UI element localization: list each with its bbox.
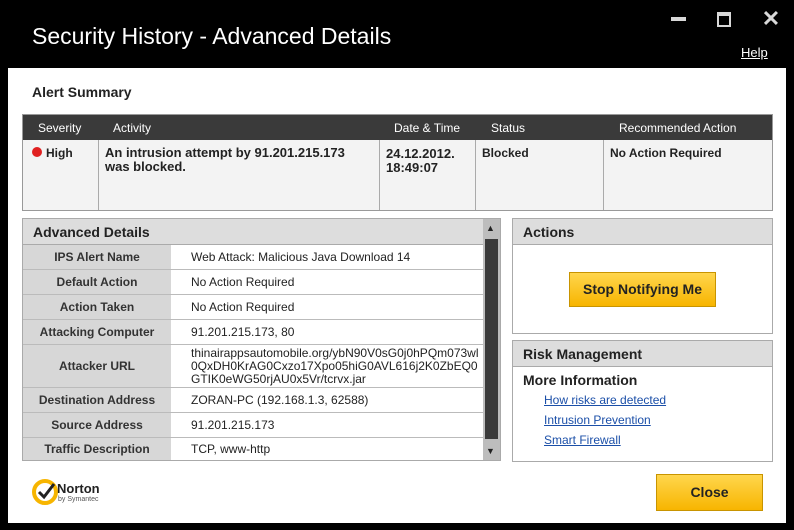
time-text: 18:49:07 bbox=[386, 160, 439, 175]
link-intrusion-prevention[interactable]: Intrusion Prevention bbox=[544, 413, 651, 427]
column-severity: Severity bbox=[38, 121, 82, 135]
security-history-window: Security History - Advanced Details ✕ He… bbox=[0, 0, 794, 530]
advanced-details-panel: Advanced Details IPS Alert Name Web Atta… bbox=[22, 218, 501, 461]
value-traffic-description: TCP, www-http bbox=[191, 442, 271, 456]
recommended-cell: No Action Required bbox=[604, 140, 772, 210]
label-attacker-url: Attacker URL bbox=[23, 345, 171, 387]
status-text: Blocked bbox=[482, 146, 529, 160]
content-area: Alert Summary Severity Activity Date & T… bbox=[8, 68, 786, 523]
alert-summary-table: Severity Activity Date & Time Status Rec… bbox=[22, 114, 773, 211]
value-ips-alert-name: Web Attack: Malicious Java Download 14 bbox=[191, 250, 411, 264]
advanced-details-title: Advanced Details bbox=[33, 224, 150, 240]
value-attacker-url: thinairappsautomobile.org/ybN90V0sG0j0hP… bbox=[172, 347, 501, 387]
label-attacking-computer: Attacking Computer bbox=[23, 320, 171, 344]
close-button[interactable]: Close bbox=[656, 474, 763, 511]
risk-management-title: Risk Management bbox=[523, 346, 643, 362]
actions-header: Actions bbox=[513, 219, 772, 245]
risk-management-header: Risk Management bbox=[513, 341, 772, 367]
actions-title: Actions bbox=[523, 224, 575, 240]
severity-text: High bbox=[46, 146, 73, 160]
status-cell: Blocked bbox=[476, 140, 604, 210]
activity-cell: An intrusion attempt by 91.201.215.173 w… bbox=[99, 140, 380, 210]
norton-check-icon bbox=[32, 479, 58, 505]
label-source-address: Source Address bbox=[23, 413, 171, 437]
label-default-action: Default Action bbox=[23, 270, 171, 294]
value-default-action: No Action Required bbox=[191, 275, 295, 289]
link-smart-firewall[interactable]: Smart Firewall bbox=[544, 433, 621, 447]
minimize-icon[interactable] bbox=[668, 9, 690, 31]
window-title: Security History - Advanced Details bbox=[32, 23, 392, 49]
details-scrollbar[interactable]: ▲ ▼ bbox=[483, 219, 500, 460]
link-how-risks-detected[interactable]: How risks are detected bbox=[544, 393, 666, 407]
scroll-up-arrow-icon[interactable]: ▲ bbox=[486, 223, 495, 233]
stop-notifying-button[interactable]: Stop Notifying Me bbox=[569, 272, 716, 307]
maximize-icon[interactable] bbox=[714, 9, 736, 31]
more-information-heading: More Information bbox=[523, 372, 638, 388]
advanced-details-header: Advanced Details bbox=[23, 219, 483, 245]
norton-logo: Norton by Symantec bbox=[32, 479, 102, 509]
help-link[interactable]: Help bbox=[741, 45, 768, 60]
risk-management-panel: Risk Management More Information How ris… bbox=[512, 340, 773, 462]
table-header: Severity Activity Date & Time Status Rec… bbox=[23, 115, 772, 140]
actions-panel: Actions Stop Notifying Me bbox=[512, 218, 773, 334]
logo-sub-text: by Symantec bbox=[58, 496, 99, 503]
scroll-thumb[interactable] bbox=[485, 239, 498, 439]
column-status: Status bbox=[491, 121, 526, 135]
column-date-time: Date & Time bbox=[394, 121, 461, 135]
value-attacking-computer: 91.201.215.173, 80 bbox=[191, 325, 295, 339]
label-ips-alert-name: IPS Alert Name bbox=[23, 245, 171, 269]
recommended-text: No Action Required bbox=[610, 146, 722, 160]
severity-dot-icon bbox=[32, 147, 42, 157]
attacker-url-line-3: GTIK0eWG50rjAU0x5Vr/tcrvx.jar bbox=[191, 372, 366, 386]
label-action-taken: Action Taken bbox=[23, 295, 171, 319]
scroll-down-arrow-icon[interactable]: ▼ bbox=[486, 446, 495, 456]
value-source-address: 91.201.215.173 bbox=[191, 418, 275, 432]
column-recommended-action: Recommended Action bbox=[619, 121, 737, 135]
alert-summary-title: Alert Summary bbox=[32, 84, 132, 100]
severity-cell: High bbox=[23, 140, 99, 210]
column-activity: Activity bbox=[113, 121, 152, 135]
value-action-taken: No Action Required bbox=[191, 300, 295, 314]
close-icon[interactable]: ✕ bbox=[760, 8, 782, 31]
date-text: 24.12.2012. bbox=[386, 146, 455, 161]
activity-text: An intrusion attempt by 91.201.215.173 w… bbox=[105, 145, 345, 174]
value-destination-address: ZORAN-PC (192.168.1.3, 62588) bbox=[191, 393, 369, 407]
logo-text: Norton bbox=[57, 481, 100, 496]
label-destination-address: Destination Address bbox=[23, 388, 171, 412]
label-traffic-description: Traffic Description bbox=[23, 438, 171, 460]
date-time-cell: 24.12.2012. 18:49:07 bbox=[380, 140, 476, 210]
